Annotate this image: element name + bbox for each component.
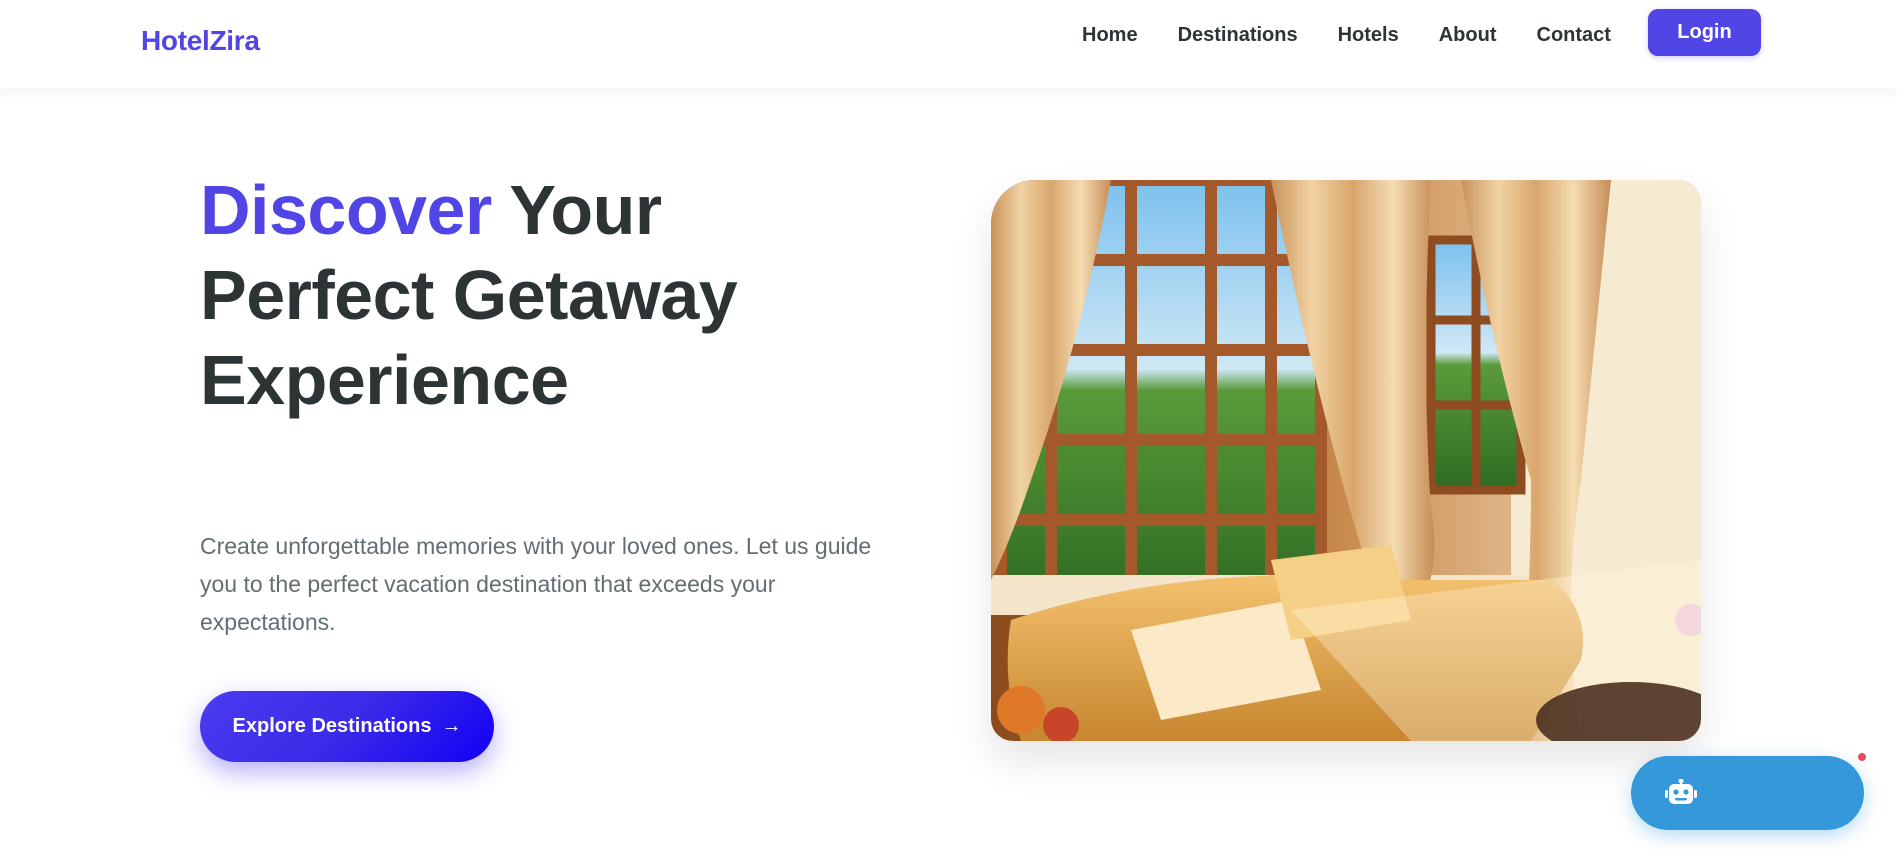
explore-destinations-button[interactable]: Explore Destinations → xyxy=(200,691,494,762)
nav-link-hotels[interactable]: Hotels xyxy=(1338,24,1399,47)
brand-logo[interactable]: HotelZira xyxy=(141,25,260,57)
hero-title-accent: Discover xyxy=(200,171,492,249)
nav-link-about[interactable]: About xyxy=(1439,24,1497,47)
hero-image xyxy=(991,180,1701,741)
cta-label: Explore Destinations xyxy=(232,715,432,737)
navbar: HotelZira Home Destinations Hotels About… xyxy=(0,0,1897,88)
nav-link-destinations[interactable]: Destinations xyxy=(1178,24,1298,47)
arrow-right-icon: → xyxy=(441,715,462,737)
hero-description: Create unforgettable memories with your … xyxy=(200,533,872,635)
nav-link-home[interactable]: Home xyxy=(1082,24,1138,47)
chat-widget-button[interactable] xyxy=(1631,756,1864,830)
nav-link-contact[interactable]: Contact xyxy=(1537,24,1611,47)
hero-title: Discover Your Perfect Getaway Experience xyxy=(200,168,800,423)
nav-links: Home Destinations Hotels About Contact xyxy=(1082,20,1651,50)
robot-icon xyxy=(1665,779,1697,804)
notification-dot xyxy=(1856,751,1868,763)
login-button[interactable]: Login xyxy=(1648,9,1761,56)
